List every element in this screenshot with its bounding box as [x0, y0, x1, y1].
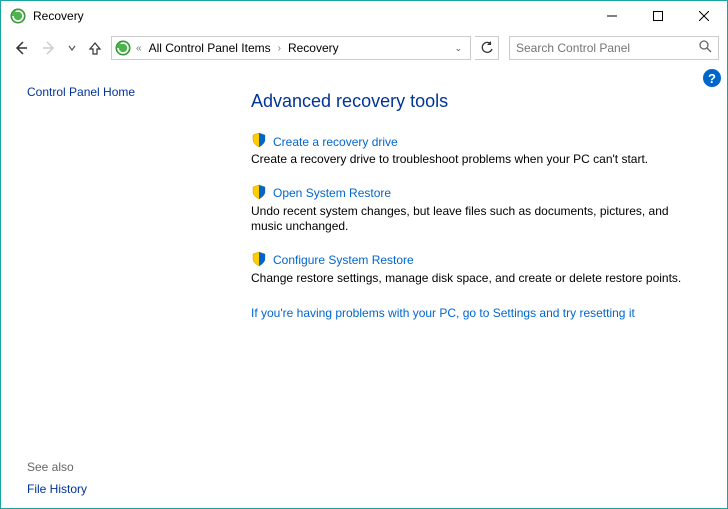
address-dropdown-icon[interactable]: ⌄ [448, 43, 468, 54]
open-system-restore-link[interactable]: Open System Restore [273, 186, 391, 200]
forward-button[interactable] [37, 36, 61, 60]
chevron-right-icon[interactable]: › [276, 43, 283, 54]
search-input[interactable] [516, 41, 699, 55]
shield-icon [251, 251, 267, 270]
refresh-button[interactable] [475, 36, 499, 60]
tool-configure-system-restore: Configure System Restore Change restore … [251, 251, 697, 287]
recovery-app-icon [9, 7, 27, 25]
window-title: Recovery [33, 9, 84, 23]
shield-icon [251, 132, 267, 151]
close-button[interactable] [681, 1, 727, 31]
create-recovery-drive-link[interactable]: Create a recovery drive [273, 135, 398, 149]
breadcrumb-item[interactable]: Recovery [285, 41, 342, 55]
page-heading: Advanced recovery tools [251, 91, 697, 112]
search-box[interactable] [509, 36, 719, 60]
help-icon[interactable]: ? [703, 69, 721, 87]
configure-system-restore-link[interactable]: Configure System Restore [273, 253, 414, 267]
content-area: Control Panel Home See also File History… [1, 65, 727, 508]
control-panel-icon [114, 39, 132, 57]
breadcrumb-overflow-icon[interactable]: « [134, 43, 144, 54]
tool-create-recovery-drive: Create a recovery drive Create a recover… [251, 132, 697, 168]
tool-description: Create a recovery drive to troubleshoot … [251, 152, 697, 168]
control-panel-home-link[interactable]: Control Panel Home [27, 85, 203, 99]
shield-icon [251, 184, 267, 203]
up-button[interactable] [83, 36, 107, 60]
tool-open-system-restore: Open System Restore Undo recent system c… [251, 184, 697, 235]
breadcrumb-item[interactable]: All Control Panel Items [146, 41, 274, 55]
recent-locations-dropdown[interactable] [65, 36, 79, 60]
maximize-button[interactable] [635, 1, 681, 31]
sidebar: Control Panel Home See also File History [1, 65, 221, 508]
main-panel: ? Advanced recovery tools Create a recov… [221, 65, 727, 508]
window-controls [589, 1, 727, 31]
nav-row: « All Control Panel Items › Recovery ⌄ [1, 31, 727, 65]
tool-description: Change restore settings, manage disk spa… [251, 271, 697, 287]
back-button[interactable] [9, 36, 33, 60]
tool-description: Undo recent system changes, but leave fi… [251, 204, 697, 235]
minimize-button[interactable] [589, 1, 635, 31]
file-history-link[interactable]: File History [27, 482, 203, 496]
reset-pc-link[interactable]: If you're having problems with your PC, … [251, 306, 697, 320]
titlebar: Recovery [1, 1, 727, 31]
address-bar[interactable]: « All Control Panel Items › Recovery ⌄ [111, 36, 471, 60]
see-also-label: See also [27, 460, 203, 474]
search-icon[interactable] [699, 40, 712, 56]
